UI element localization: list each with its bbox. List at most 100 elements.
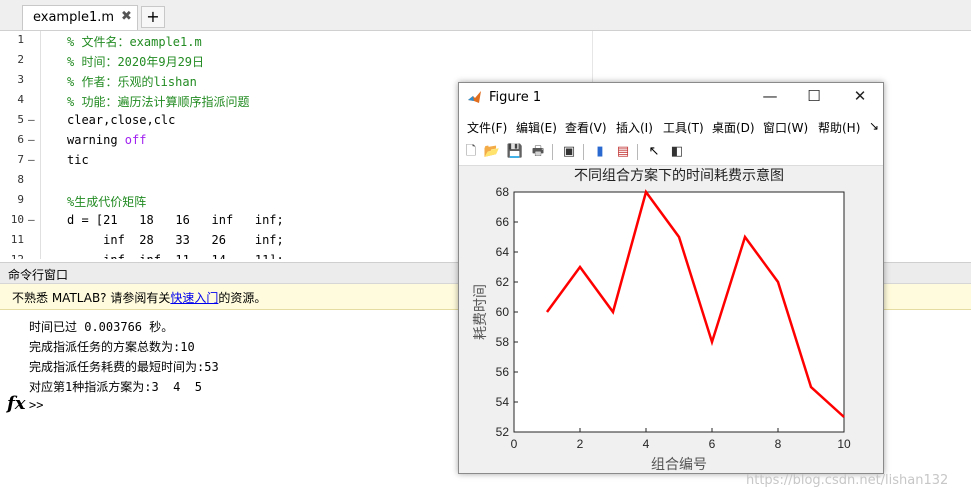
open-file-icon[interactable]: 📂 <box>483 143 501 161</box>
code-line: inf 28 33 26 inf; <box>67 233 284 247</box>
menu-window[interactable]: 窗口(W) <box>763 119 808 136</box>
code-line: d = [21 18 16 inf inf; <box>67 213 284 227</box>
menu-insert[interactable]: 插入(I) <box>616 119 653 136</box>
menu-view[interactable]: 查看(V) <box>565 119 607 136</box>
code-comment: % 文件名：example1.m <box>67 35 202 49</box>
y-tick-label: 64 <box>496 245 510 259</box>
command-prompt[interactable]: >> <box>29 398 43 412</box>
toolbar-separator <box>583 144 584 160</box>
getting-started-link[interactable]: 快速入门 <box>170 291 218 305</box>
code-line: inf inf 11 14 11]; <box>67 253 284 259</box>
output-line: 完成指派任务的方案总数为:10 <box>29 340 195 354</box>
code-line: % 文件名：example1.m <box>67 33 202 50</box>
notice-prefix: 不熟悉 MATLAB? 请参阅有关 <box>12 291 171 305</box>
code-text: tic <box>67 153 89 167</box>
line-chart[interactable]: 不同组合方案下的时间耗费示意图 0 2 4 6 8 10 5254565860626466… <box>459 166 883 473</box>
axes-box <box>513 191 845 433</box>
output-line: 时间已过 0.003766 秒。 <box>29 320 174 334</box>
code-line: % 作者：乐观的lishan <box>67 73 197 90</box>
line-number: 2 <box>17 53 24 66</box>
line-number-gutter: 12345—6—7—8910—1112 <box>0 31 41 259</box>
code-text: warning <box>67 133 125 147</box>
line-number: 7 <box>17 153 24 166</box>
figure-menu-bar: 文件(F) 编辑(E) 查看(V) 插入(I) 工具(T) 桌面(D) 窗口(W… <box>459 113 883 139</box>
notice-suffix: 的资源。 <box>218 291 267 305</box>
code-text: clear,close,clc <box>67 113 176 127</box>
x-tick-label: 6 <box>709 437 716 451</box>
y-axis-label: 耗费时间 <box>473 284 489 340</box>
insert-legend-icon[interactable]: ▤ <box>614 143 632 161</box>
print-icon[interactable]: 🖶 <box>529 143 547 161</box>
code-comment: % 作者：乐观的lishan <box>67 75 197 89</box>
close-icon[interactable]: ✕ <box>845 87 875 105</box>
breakpoint-marker[interactable]: — <box>28 113 35 126</box>
line-number: 8 <box>17 173 24 186</box>
chart-title: 不同组合方案下的时间耗费示意图 <box>574 167 784 184</box>
link-plot-icon[interactable]: ▣ <box>560 143 578 161</box>
y-tick-label: 56 <box>496 365 510 379</box>
matlab-logo-icon <box>468 91 481 103</box>
notice-text: 不熟悉 MATLAB? 请参阅有关快速入门的资源。 <box>12 289 266 306</box>
edit-plot-arrow-icon[interactable]: ↖ <box>645 143 663 161</box>
tab-example1[interactable]: example1.m ✖ <box>22 5 138 30</box>
menu-help[interactable]: 帮助(H) <box>818 119 860 136</box>
breakpoint-marker[interactable]: — <box>28 213 35 226</box>
line-number: 3 <box>17 73 24 86</box>
function-browser-icon[interactable]: fx <box>7 393 25 414</box>
figure-title-bar[interactable]: Figure 1 — ☐ ✕ <box>459 83 883 113</box>
menu-file[interactable]: 文件(F) <box>467 119 507 136</box>
code-line: % 时间：2020年9月29日 <box>67 53 204 70</box>
insert-colorbar-icon[interactable]: ▮ <box>591 143 609 161</box>
code-line: tic <box>67 153 89 167</box>
code-comment: % 功能：遍历法计算顺序指派问题 <box>67 95 250 109</box>
menu-edit[interactable]: 编辑(E) <box>516 119 557 136</box>
breakpoint-marker[interactable]: — <box>28 153 35 166</box>
code-keyword: off <box>124 133 147 147</box>
minimize-icon[interactable]: — <box>755 87 785 105</box>
toolbar-separator <box>637 144 638 160</box>
new-tab-button[interactable]: + <box>141 6 165 28</box>
tab-label: example1.m <box>33 10 115 25</box>
code-line: clear,close,clc <box>67 113 175 127</box>
figure-title: Figure 1 <box>489 90 542 105</box>
maximize-icon[interactable]: ☐ <box>799 87 829 105</box>
x-tick-label: 8 <box>775 437 782 451</box>
code-text: inf 28 33 26 inf; <box>67 233 284 247</box>
line-number: 10 <box>10 213 24 226</box>
plot-area: 不同组合方案下的时间耗费示意图 0 2 4 6 8 10 52 54 56 58 60 62 64 66… <box>459 166 883 473</box>
figure-toolbar: 🗋 📂 💾 🖶 ▣ ▮ ▤ ↖ ◧ <box>459 139 883 166</box>
figure-window[interactable]: Figure 1 — ☐ ✕ 文件(F) 编辑(E) 查看(V) 插入(I) 工… <box>458 82 884 474</box>
code-comment: % 时间：2020年9月29日 <box>67 55 205 69</box>
command-window-title: 命令行窗口 <box>8 268 69 282</box>
property-inspector-icon[interactable]: ◧ <box>668 143 686 161</box>
x-tick-label: 0 <box>511 437 518 451</box>
output-line: 完成指派任务耗费的最短时间为:53 <box>29 360 219 374</box>
x-tick-label: 10 <box>837 437 851 451</box>
output-line: 对应第1种指派方案为:3 4 5 <box>29 380 203 394</box>
new-figure-icon[interactable]: 🗋 <box>462 143 480 161</box>
menu-desktop[interactable]: 桌面(D) <box>712 119 755 136</box>
line-number: 1 <box>17 33 24 46</box>
y-tick-label: 54 <box>496 395 510 409</box>
line-number: 12 <box>6 253 24 259</box>
code-text: d = [21 18 16 inf inf; <box>67 213 284 227</box>
code-line: warning off <box>67 133 146 147</box>
y-tick-label: 66 <box>496 215 510 229</box>
x-axis-label: 组合编号 <box>651 457 707 473</box>
code-line: % 功能：遍历法计算顺序指派问题 <box>67 93 249 110</box>
tab-close-icon[interactable]: ✖ <box>121 9 132 24</box>
breakpoint-marker[interactable]: — <box>28 133 35 146</box>
menu-tools[interactable]: 工具(T) <box>663 119 704 136</box>
line-number: 4 <box>17 93 24 106</box>
line-number: 6 <box>17 133 24 146</box>
x-tick-label: 2 <box>577 437 584 451</box>
toolbar-separator <box>552 144 553 160</box>
y-tick-label: 62 <box>496 275 510 289</box>
line-number: 9 <box>17 193 24 206</box>
menu-overflow-icon[interactable]: ↘ <box>869 119 879 133</box>
y-tick-label: 58 <box>496 335 510 349</box>
line-number: 5 <box>17 113 24 126</box>
save-icon[interactable]: 💾 <box>506 143 524 161</box>
code-line: %生成代价矩阵 <box>67 193 146 210</box>
watermark: https://blog.csdn.net/lishan132 <box>746 473 949 488</box>
